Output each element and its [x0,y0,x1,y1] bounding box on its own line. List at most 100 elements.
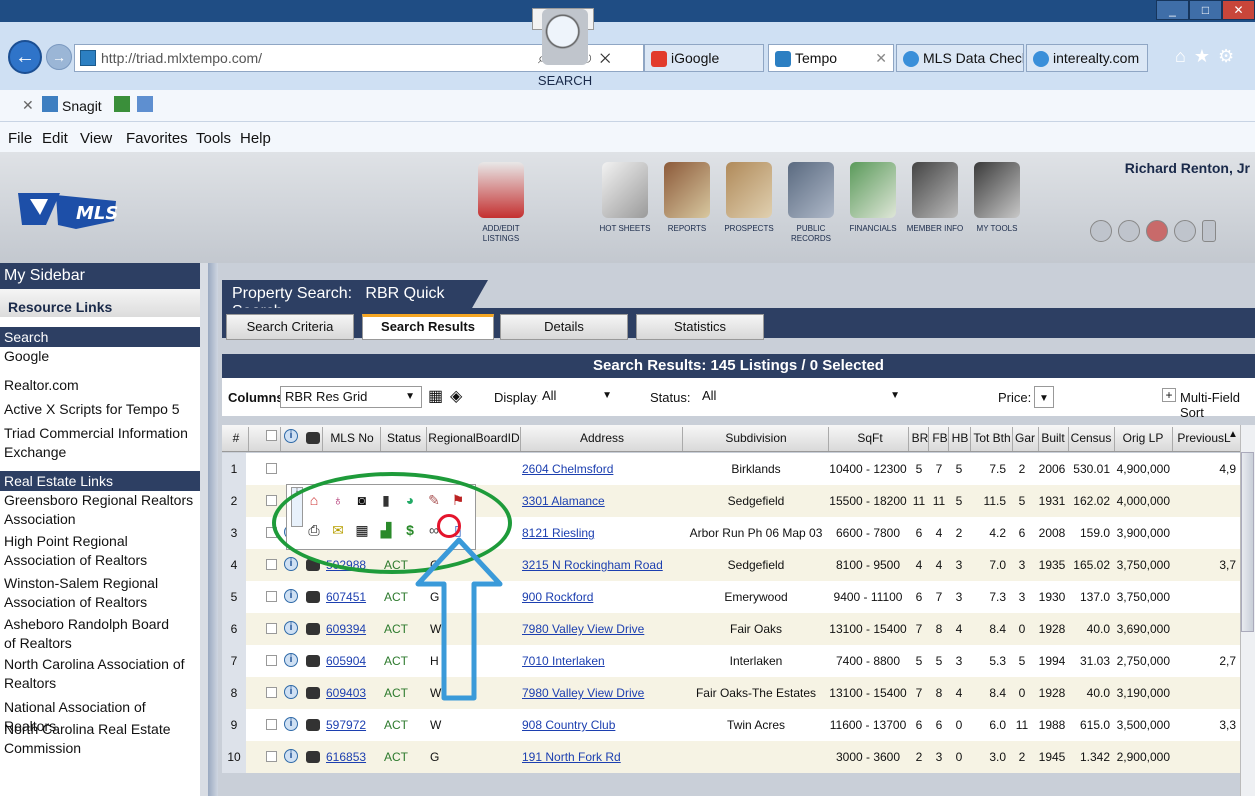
sidebar-link[interactable]: North Carolina Real Estate Commission [4,720,184,758]
row-checkbox[interactable] [266,719,277,730]
nav-hot-sheets[interactable]: HOT SHEETS [594,162,656,262]
row-checkbox[interactable] [266,655,277,666]
nav-prospects[interactable]: PROSPECTS [718,162,780,262]
camera-icon[interactable] [306,655,320,667]
capture-window-icon[interactable] [137,96,153,112]
favorites-star-icon[interactable]: ★ [1194,46,1218,66]
col-header-census[interactable]: Census [1068,431,1114,445]
close-window-icon[interactable]: ✕ [1222,0,1255,20]
cell-mls[interactable]: 605904 [326,654,378,668]
menu-favorites[interactable]: Favorites [126,130,188,147]
info-icon[interactable]: i [284,589,298,603]
home-icon[interactable]: ⌂ [1175,46,1194,66]
row-checkbox[interactable] [266,751,277,762]
cell-mls[interactable]: 597972 [326,718,378,732]
nav-public-records[interactable]: PUBLIC RECORDS [780,162,842,262]
menu-help[interactable]: Help [240,130,271,147]
sidebar-scrollbar[interactable] [200,263,208,796]
tab-igoogle[interactable]: iGoogle [644,44,764,72]
table-row[interactable]: 8 i 609403 ACT W 7980 Valley View Drive Fair O… [222,677,1240,709]
cell-address[interactable]: 3301 Alamance [522,494,680,508]
col-header-subdivision[interactable]: Subdivision [684,431,828,445]
add-sort-icon[interactable]: + [1162,388,1176,402]
select-all-checkbox[interactable] [266,430,277,441]
col-header-previous[interactable]: PreviousL [1174,431,1234,445]
col-header-status[interactable]: Status [382,431,426,445]
nav-search[interactable]: SEARCH [532,8,594,88]
cell-mls[interactable]: 609403 [326,686,378,700]
row-checkbox[interactable] [266,623,277,634]
sidebar-link[interactable]: Triad Commercial Information Exchange [4,424,194,462]
sidebar-link[interactable]: Realtor.com [4,376,198,395]
info-icon[interactable]: i [284,685,298,699]
forward-button[interactable]: → [46,44,72,70]
display-select[interactable]: All ▼ [538,386,618,408]
nav-reports[interactable]: REPORTS [656,162,718,262]
tab-tempo[interactable]: Tempo ✕ [768,44,894,72]
col-header-fb[interactable]: FB [930,431,950,445]
tab-search-criteria[interactable]: Search Criteria [226,314,354,340]
help-icon[interactable] [1146,220,1168,242]
row-checkbox[interactable] [266,463,277,474]
col-header-gar[interactable]: Gar [1012,431,1038,445]
tag-icon[interactable]: ◈ [450,386,462,406]
house-icon[interactable] [1090,220,1112,242]
row-checkbox[interactable] [266,495,277,506]
cell-address[interactable]: 7980 Valley View Drive [522,686,680,700]
col-header-tot-bth[interactable]: Tot Bth [972,431,1012,445]
col-header-address[interactable]: Address [522,431,682,445]
sidebar-link[interactable]: Asheboro Randolph Board of Realtors [4,615,184,653]
col-header-mls-no[interactable]: MLS No [324,431,380,445]
camera-icon[interactable] [306,719,320,731]
sidebar-link[interactable]: Active X Scripts for Tempo 5 [4,400,198,419]
info-icon[interactable]: i [284,717,298,731]
nav-add-edit-listings[interactable]: ADD/EDIT LISTINGS [470,162,532,262]
camera-icon[interactable] [306,591,320,603]
sidebar-link[interactable]: Winston-Salem Regional Association of Re… [4,574,174,612]
cell-address[interactable]: 7010 Interlaken [522,654,680,668]
nav-financials[interactable]: FINANCIALS [842,162,904,262]
col-header-num[interactable]: # [226,431,246,445]
cell-address[interactable]: 8121 Riesling [522,526,680,540]
camera-icon[interactable] [306,687,320,699]
tag-icon[interactable] [1118,220,1140,242]
price-select[interactable]: ▼ [1034,386,1054,408]
col-header-built[interactable]: Built [1038,431,1068,445]
cell-address[interactable]: 7980 Valley View Drive [522,622,680,636]
cell-address[interactable]: 900 Rockford [522,590,680,604]
table-row[interactable]: 10 i 616853 ACT G 191 North Fork Rd 3000 - 360… [222,741,1240,773]
user-name[interactable]: Richard Renton, Jr [1080,160,1250,176]
settings-gear-icon[interactable]: ⚙ [1218,46,1242,66]
snagit-icon[interactable] [42,96,58,112]
cell-address[interactable]: 191 North Fork Rd [522,750,680,764]
collapse-icon[interactable] [1202,220,1216,242]
table-row[interactable]: 9 i 597972 ACT W 908 Country Club Twin Acres 11… [222,709,1240,741]
cell-address[interactable]: 2604 Chelmsford [522,462,680,476]
tab-interealty[interactable]: interealty.com [1026,44,1148,72]
tab-mls-data-checker[interactable]: MLS Data Checker [896,44,1024,72]
cell-mls[interactable]: 607451 [326,590,378,604]
minimize-icon[interactable]: _ [1156,0,1189,20]
tab-statistics[interactable]: Statistics [636,314,764,340]
menu-tools[interactable]: Tools [196,130,231,147]
camera-icon[interactable] [306,623,320,635]
table-row[interactable]: 7 i 605904 ACT H 7010 Interlaken Interlaken 740… [222,645,1240,677]
col-header-orig-lp[interactable]: Orig LP [1114,431,1172,445]
browser-right-icons[interactable]: ⌂★⚙ [1175,46,1255,70]
close-tab-icon[interactable]: ✕ [875,45,887,71]
info-icon[interactable]: i [284,653,298,667]
table-row[interactable]: 5 i 607451 ACT G 900 Rockford Emerywood 9400 - … [222,581,1240,613]
multi-field-sort[interactable]: Multi-Field Sort [1180,390,1255,420]
scroll-up-icon[interactable]: ▲ [1228,429,1238,440]
grid-scrollbar-thumb[interactable] [1241,452,1254,632]
tab-details[interactable]: Details [500,314,628,340]
info-icon[interactable]: i [284,749,298,763]
sidebar-link[interactable]: North Carolina Association of Realtors [4,655,189,693]
nav-member-info[interactable]: MEMBER INFO [904,162,966,262]
close-toolbar-icon[interactable]: ✕ [22,97,34,114]
grid-settings-icon[interactable]: ▦ [428,386,443,406]
cell-address[interactable]: 3215 N Rockingham Road [522,558,680,572]
capture-icon[interactable] [114,96,130,112]
status-select[interactable]: All ▼ [698,386,906,408]
menu-view[interactable]: View [80,130,112,147]
